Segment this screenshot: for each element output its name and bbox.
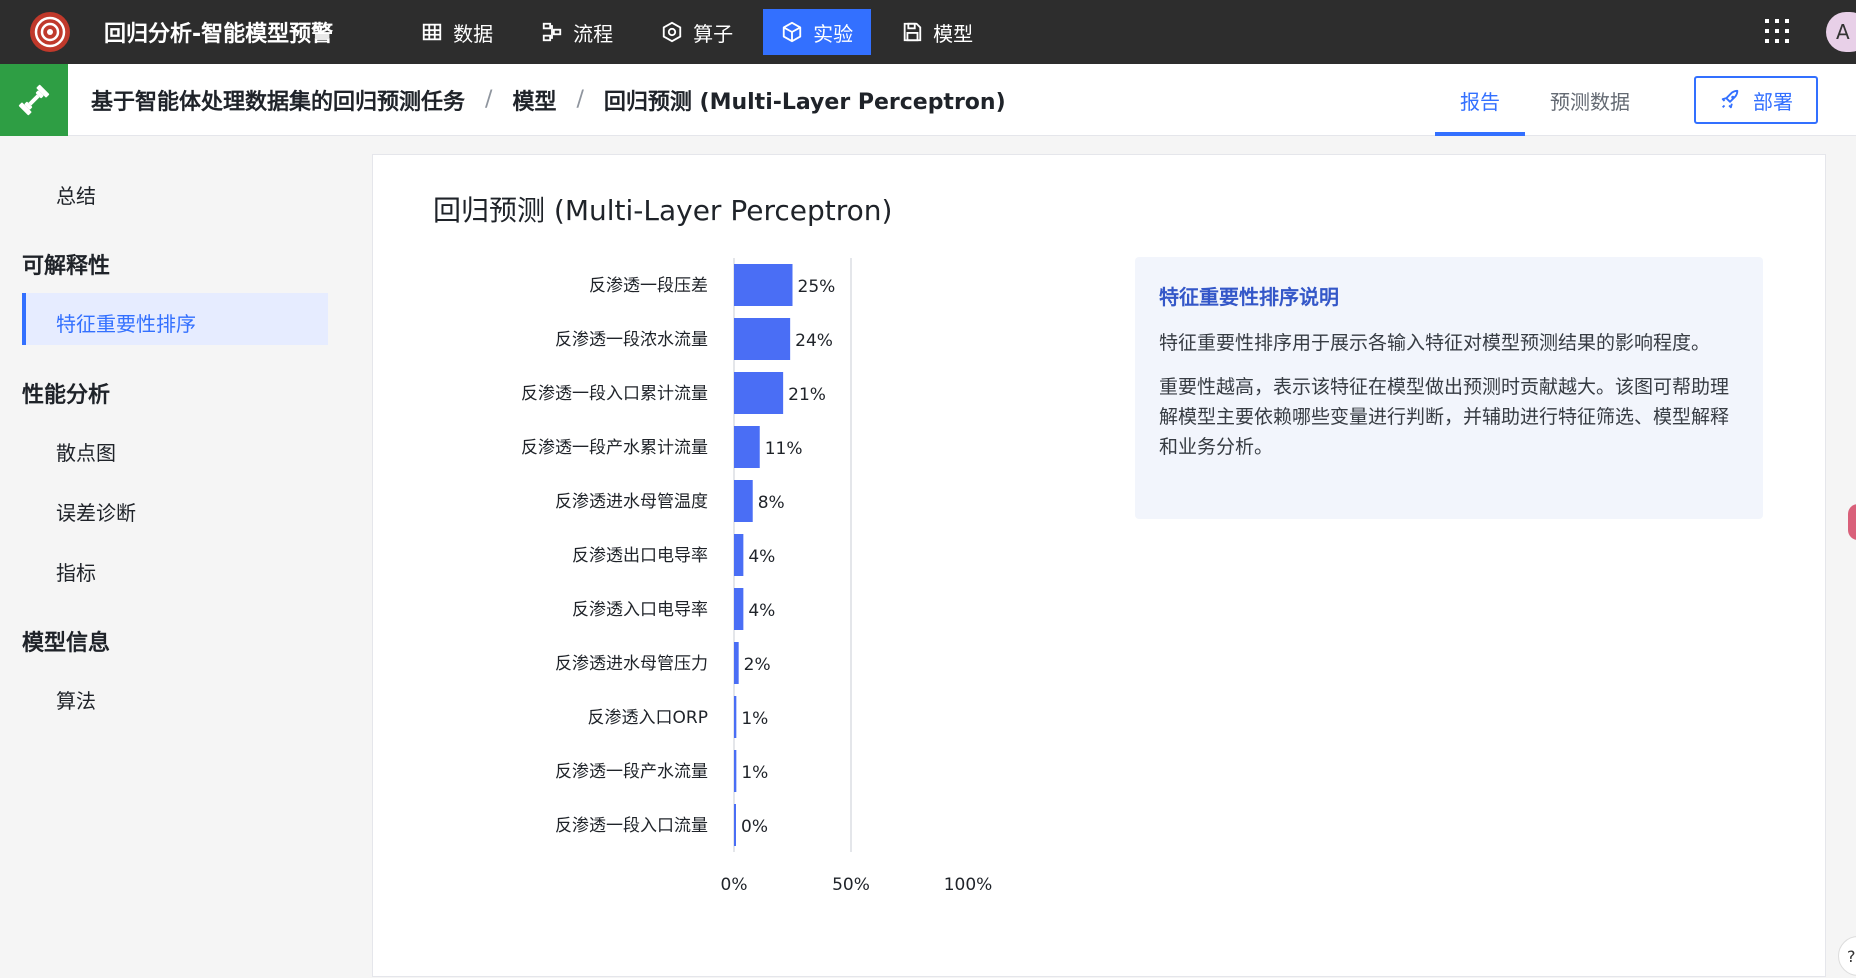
bar xyxy=(734,426,760,468)
breadcrumb-project[interactable]: 基于智能体处理数据集的回归预测任务 xyxy=(91,84,465,116)
save-icon xyxy=(903,22,922,42)
category-label: 反渗透入口电导率 xyxy=(572,600,708,620)
bar xyxy=(734,750,737,792)
category-label: 反渗透一段入口累计流量 xyxy=(521,384,708,404)
deploy-button[interactable]: 部署 xyxy=(1694,76,1818,124)
bar-value-label: 2% xyxy=(744,655,771,675)
rocket-icon xyxy=(1721,89,1739,109)
nav-label: 数据 xyxy=(453,21,494,46)
bar-value-label: 21% xyxy=(788,385,826,405)
category-label: 反渗透一段产水累计流量 xyxy=(521,438,708,458)
sidebar-item-algorithm[interactable]: 算法 xyxy=(56,685,96,714)
category-label: 反渗透进水母管温度 xyxy=(555,492,708,512)
bar-value-label: 1% xyxy=(741,763,768,783)
nav-item-experiment[interactable]: 实验 xyxy=(763,9,872,55)
bar xyxy=(734,372,784,414)
info-paragraph: 特征重要性排序用于展示各输入特征对模型预测结果的影响程度。 xyxy=(1159,332,1711,354)
breadcrumb-models[interactable]: 模型 xyxy=(512,84,556,116)
nav-label: 模型 xyxy=(933,21,974,46)
category-label: 反渗透一段浓水流量 xyxy=(555,330,708,350)
sidebar-item-scatter[interactable]: 散点图 xyxy=(56,437,116,466)
tab-report[interactable]: 报告 xyxy=(1435,64,1525,136)
apps-grid-icon[interactable] xyxy=(1762,16,1792,46)
breadcrumb-separator: / xyxy=(576,87,584,112)
category-label: 反渗透一段入口流量 xyxy=(555,816,708,836)
sidebar-group-performance: 性能分析 xyxy=(22,383,111,408)
floating-assistant-button[interactable] xyxy=(1848,504,1856,540)
category-label: 反渗透一段压差 xyxy=(589,276,708,296)
bar-value-label: 4% xyxy=(748,601,775,621)
sidebar-item-summary[interactable]: 总结 xyxy=(56,180,96,209)
bar-value-label: 0% xyxy=(741,817,768,837)
user-avatar[interactable]: A xyxy=(1826,12,1856,52)
sidebar-item-metrics[interactable]: 指标 xyxy=(56,557,96,586)
nav-item-model[interactable]: 模型 xyxy=(883,9,991,55)
category-label: 反渗透进水母管压力 xyxy=(555,654,708,674)
avatar-initial: A xyxy=(1836,20,1850,44)
flow-icon xyxy=(542,22,562,42)
report-sidebar: 总结 可解释性 特征重要性排序 性能分析 散点图 误差诊断 指标 模型信息 算法 xyxy=(0,136,340,977)
bar-value-label: 8% xyxy=(758,493,785,513)
nav-label: 算子 xyxy=(693,21,734,46)
category-label: 反渗透一段产水流量 xyxy=(555,762,708,782)
bar xyxy=(734,264,793,306)
sidebar-item-feature-importance[interactable]: 特征重要性排序 xyxy=(56,308,196,337)
info-title: 特征重要性排序说明 xyxy=(1159,285,1339,309)
breadcrumb-current: 回归预测 (Multi-Layer Perceptron) xyxy=(603,89,1006,115)
x-tick-label: 0% xyxy=(721,875,748,895)
bar-value-label: 24% xyxy=(795,331,833,351)
bar xyxy=(734,534,744,576)
nav-item-data[interactable]: 数据 xyxy=(403,9,511,55)
bar-value-label: 4% xyxy=(748,547,775,567)
category-label: 反渗透出口电导率 xyxy=(572,546,708,566)
help-button[interactable]: ? xyxy=(1838,936,1856,976)
bar xyxy=(734,318,791,360)
nav-label: 流程 xyxy=(573,21,614,46)
page-header: 基于智能体处理数据集的回归预测任务 / 模型 / 回归预测 (Multi-Lay… xyxy=(0,63,1856,136)
operator-icon xyxy=(662,21,682,43)
breadcrumb: 基于智能体处理数据集的回归预测任务 / 模型 / 回归预测 (Multi-Lay… xyxy=(91,84,1006,116)
info-panel: 特征重要性排序说明 特征重要性排序用于展示各输入特征对模型预测结果的影响程度。 … xyxy=(1135,257,1763,519)
feature-importance-chart: 反渗透一段压差 25% 反渗透一段浓水流量 24% 反渗透一段入口累计流量 21% 反渗透一… xyxy=(521,258,993,895)
view-tabs: 报告 预测数据 xyxy=(1435,64,1655,136)
app-title: 回归分析-智能模型预警 xyxy=(104,22,334,47)
app-logo-icon xyxy=(30,12,70,52)
info-paragraph: 重要性越高，表示该特征在模型做出预测时贡献越大。该图可帮助理解模型主要依赖哪些变… xyxy=(1159,376,1730,458)
help-glyph: ? xyxy=(1847,946,1856,966)
top-navbar: 回归分析-智能模型预警 数据 流程 算子 实验 模型 A xyxy=(0,0,1856,64)
bar xyxy=(734,804,736,846)
bar xyxy=(734,696,737,738)
tab-prediction-data[interactable]: 预测数据 xyxy=(1525,64,1655,136)
bar xyxy=(734,642,739,684)
x-tick-label: 100% xyxy=(944,875,993,895)
nav-label: 实验 xyxy=(813,21,854,46)
nav-item-operator[interactable]: 算子 xyxy=(643,9,751,55)
cube-icon xyxy=(782,21,802,43)
bar-value-label: 11% xyxy=(765,439,803,459)
sidebar-item-error-diagnosis[interactable]: 误差诊断 xyxy=(56,497,136,526)
nav-item-flow[interactable]: 流程 xyxy=(523,9,631,55)
bar-value-label: 1% xyxy=(741,709,768,729)
sidebar-group-model-info: 模型信息 xyxy=(22,631,111,656)
bar-value-label: 25% xyxy=(798,277,836,297)
app-logo[interactable] xyxy=(18,0,82,64)
experiment-type-badge xyxy=(0,63,68,136)
category-label: 反渗透入口ORP xyxy=(588,708,708,728)
main-nav: 数据 流程 算子 实验 模型 xyxy=(403,9,1003,55)
bar xyxy=(734,480,753,522)
breadcrumb-separator: / xyxy=(485,87,493,112)
x-tick-label: 50% xyxy=(832,875,870,895)
sidebar-group-explainability: 可解释性 xyxy=(22,254,111,279)
bar xyxy=(734,588,744,630)
report-card: 回归预测 (Multi-Layer Perceptron) 反渗透一段压差 25%… xyxy=(372,154,1826,977)
deploy-label: 部署 xyxy=(1753,89,1793,114)
table-icon xyxy=(422,23,442,41)
dumbbell-icon xyxy=(18,84,50,115)
